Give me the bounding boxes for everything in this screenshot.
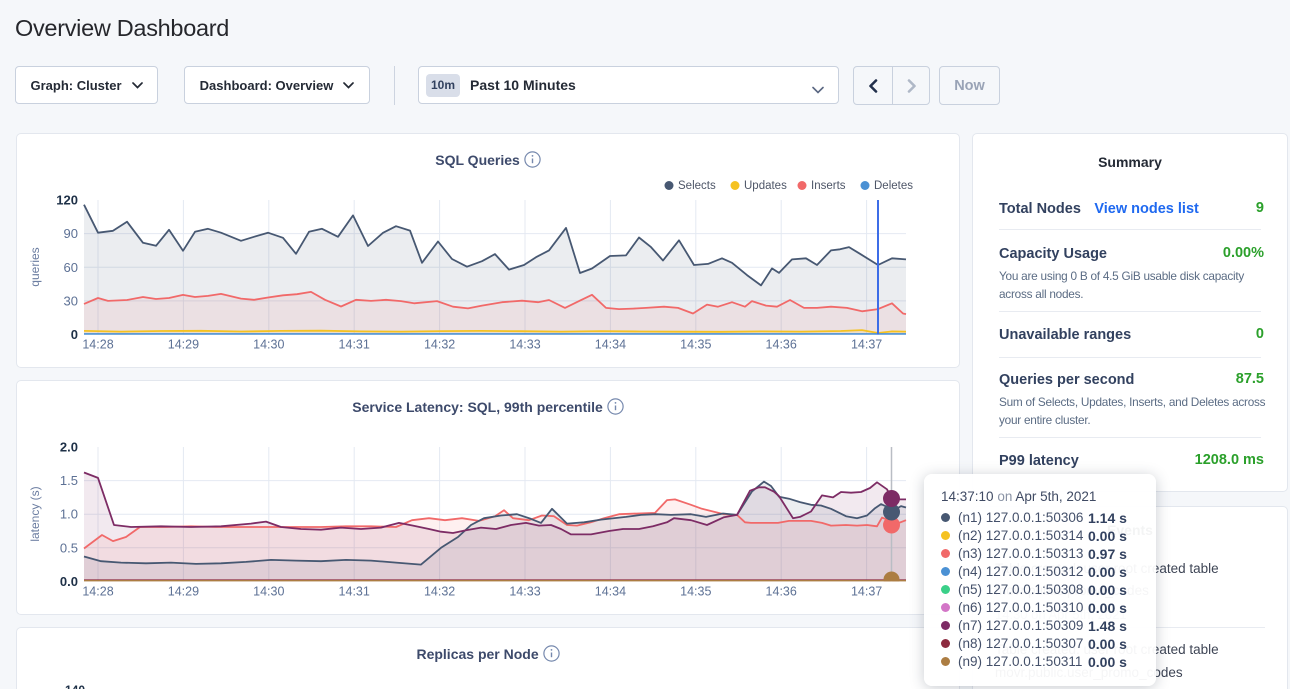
svg-text:120: 120 bbox=[56, 193, 78, 208]
svg-text:14:29: 14:29 bbox=[168, 585, 199, 599]
svg-text:14:36: 14:36 bbox=[766, 338, 797, 352]
svg-text:14:30: 14:30 bbox=[253, 338, 284, 352]
svg-text:latency (s): latency (s) bbox=[28, 486, 42, 541]
svg-text:14:31: 14:31 bbox=[339, 338, 370, 352]
svg-text:14:28: 14:28 bbox=[82, 338, 113, 352]
svg-text:Selects: Selects bbox=[678, 180, 716, 192]
svg-text:60: 60 bbox=[64, 260, 78, 275]
svg-text:14:34: 14:34 bbox=[595, 338, 626, 352]
svg-text:Inserts: Inserts bbox=[811, 180, 846, 192]
svg-text:14:32: 14:32 bbox=[424, 338, 455, 352]
svg-text:14:30: 14:30 bbox=[253, 585, 284, 599]
svg-text:14:32: 14:32 bbox=[424, 585, 455, 599]
svg-text:Deletes: Deletes bbox=[874, 180, 913, 192]
svg-text:14:34: 14:34 bbox=[595, 585, 626, 599]
svg-text:14:36: 14:36 bbox=[766, 585, 797, 599]
svg-text:queries: queries bbox=[28, 247, 42, 286]
svg-text:14:37: 14:37 bbox=[851, 585, 882, 599]
svg-text:14:35: 14:35 bbox=[680, 338, 711, 352]
svg-text:0: 0 bbox=[71, 327, 78, 342]
svg-text:1.5: 1.5 bbox=[60, 473, 78, 488]
svg-text:14:35: 14:35 bbox=[680, 585, 711, 599]
svg-text:14:37: 14:37 bbox=[851, 338, 882, 352]
svg-text:14:33: 14:33 bbox=[509, 338, 540, 352]
svg-text:Updates: Updates bbox=[744, 180, 787, 192]
svg-text:1.0: 1.0 bbox=[60, 507, 78, 522]
svg-text:30: 30 bbox=[64, 293, 78, 308]
svg-text:14:33: 14:33 bbox=[509, 585, 540, 599]
svg-text:2.0: 2.0 bbox=[60, 440, 78, 455]
svg-text:14:28: 14:28 bbox=[82, 585, 113, 599]
svg-text:14:29: 14:29 bbox=[168, 338, 199, 352]
svg-text:0.5: 0.5 bbox=[60, 540, 78, 555]
svg-text:90: 90 bbox=[64, 226, 78, 241]
svg-text:0.0: 0.0 bbox=[60, 574, 78, 589]
svg-text:14:31: 14:31 bbox=[339, 585, 370, 599]
